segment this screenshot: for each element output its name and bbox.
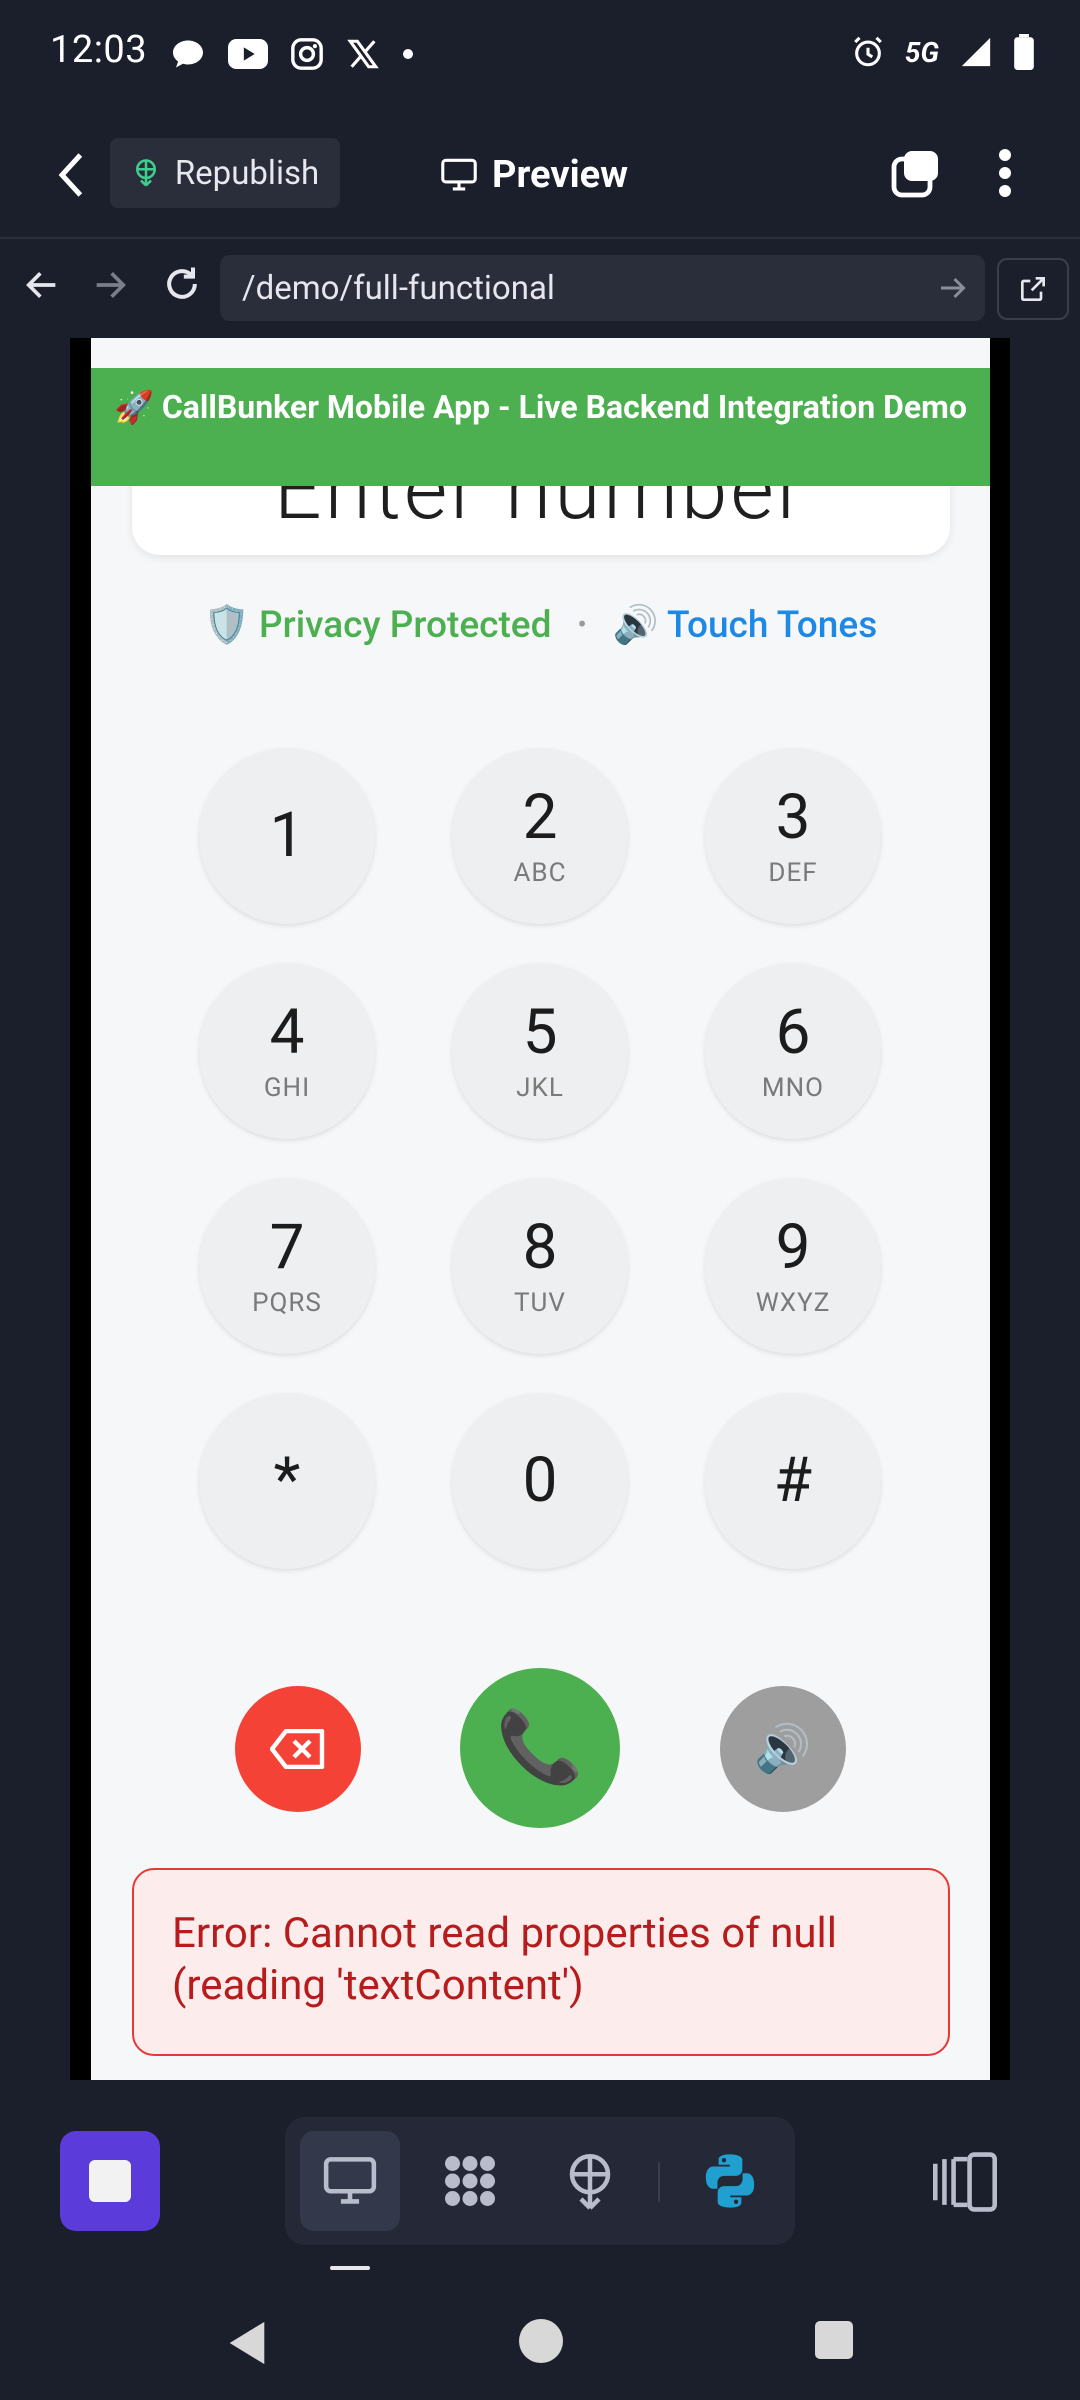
tools-grid-icon	[445, 2156, 495, 2206]
screen: 12:03 5G Republish Preview /demo/full-fu…	[0, 0, 1080, 2400]
divider	[0, 237, 1080, 239]
back-triangle-icon[interactable]	[225, 2318, 269, 2368]
desktop-icon	[323, 2157, 377, 2204]
key-digit: 0	[522, 1444, 558, 1517]
key-digit: 4	[269, 996, 305, 1069]
x-icon	[347, 39, 379, 69]
key-letters: WXYZ	[755, 1288, 831, 1318]
python-icon	[705, 2154, 755, 2208]
key-digit: 5	[522, 996, 558, 1069]
url-text: /demo/full-functional	[242, 268, 555, 308]
toolbar-divider	[658, 2162, 660, 2202]
external-link-icon	[1021, 277, 1045, 301]
python-tool-button[interactable]	[680, 2131, 780, 2231]
status-bar: 12:03 5G	[0, 0, 1080, 110]
tabs-icon[interactable]	[890, 147, 942, 199]
key-digit: 9	[775, 1211, 811, 1284]
browser-forward-icon[interactable]	[90, 265, 130, 305]
youtube-icon	[228, 39, 268, 69]
key-9[interactable]: 9 WXYZ	[705, 1178, 881, 1354]
battery-icon	[1014, 34, 1034, 70]
stop-button[interactable]	[60, 2131, 160, 2231]
instagram-icon	[291, 38, 323, 70]
key-4[interactable]: 4 GHI	[199, 963, 375, 1139]
signal-icon	[961, 37, 991, 67]
go-arrow-icon[interactable]	[935, 270, 971, 306]
key-8[interactable]: 8 TUV	[452, 1178, 628, 1354]
key-digit: 6	[775, 996, 811, 1069]
deploy-icon	[135, 159, 156, 187]
key-digit: 8	[522, 1211, 558, 1284]
feature-row: 🛡️ Privacy Protected • 🔊 Touch Tones	[91, 595, 990, 655]
key-3[interactable]: 3 DEF	[705, 748, 881, 924]
key-letters: MNO	[761, 1073, 825, 1103]
key-letters: GHI	[263, 1073, 311, 1103]
preview-tab[interactable]: Preview	[440, 145, 628, 205]
browser-back-icon[interactable]	[22, 265, 62, 305]
demo-banner: 🚀 CallBunker Mobile App - Live Backend I…	[91, 368, 990, 486]
key-digit: #	[773, 1444, 813, 1517]
key-letters: ABC	[513, 858, 567, 888]
call-button[interactable]: 📞	[460, 1668, 620, 1828]
deploy-icon	[569, 2154, 611, 2210]
speaker-icon: 🔊	[754, 1722, 812, 1776]
key-2[interactable]: 2 ABC	[452, 748, 628, 924]
key-letters: PQRS	[252, 1288, 322, 1318]
key-digit: 2	[522, 781, 558, 854]
key-7[interactable]: 7 PQRS	[199, 1178, 375, 1354]
recents-square-icon[interactable]	[815, 2321, 853, 2359]
kebab-menu-icon[interactable]	[995, 147, 1015, 199]
status-time: 12:03	[50, 28, 148, 72]
monitor-icon	[441, 158, 477, 191]
key-6[interactable]: 6 MNO	[705, 963, 881, 1139]
backspace-icon	[270, 1729, 325, 1769]
key-0[interactable]: 0	[452, 1393, 628, 1569]
preview-label: Preview	[492, 153, 629, 197]
key-letters: TUV	[514, 1288, 566, 1318]
key-letters: JKL	[516, 1073, 564, 1103]
key-digit: 7	[269, 1211, 305, 1284]
chevron-left-icon[interactable]	[52, 150, 92, 200]
home-circle-icon[interactable]	[519, 2319, 563, 2363]
key-letters: DEF	[768, 858, 818, 888]
dock-panel-icon[interactable]	[930, 2150, 1000, 2214]
key-star[interactable]: *	[199, 1393, 375, 1569]
system-icons: 5G	[851, 34, 1035, 70]
backspace-button[interactable]	[235, 1686, 361, 1812]
key-digit: 3	[775, 781, 811, 854]
stop-square-icon	[89, 2160, 131, 2202]
open-external-button[interactable]	[997, 258, 1069, 320]
error-message: Error: Cannot read properties of null (r…	[132, 1868, 950, 2056]
url-bar[interactable]: /demo/full-functional	[220, 255, 985, 321]
deploy-tool-button[interactable]	[540, 2131, 640, 2231]
5g-icon: 5G	[904, 35, 939, 69]
separator-dot: •	[577, 610, 587, 640]
key-1[interactable]: 1	[199, 748, 375, 924]
key-digit: *	[273, 1444, 301, 1517]
reload-icon[interactable]	[160, 262, 204, 306]
key-5[interactable]: 5 JKL	[452, 963, 628, 1139]
privacy-protected-label: 🛡️ Privacy Protected	[203, 603, 552, 647]
key-digit: 1	[269, 799, 305, 872]
phone-icon: 📞	[496, 1707, 584, 1789]
chat-bubble-icon	[173, 40, 203, 68]
notification-icons	[170, 34, 414, 74]
tools-grid-button[interactable]	[420, 2131, 520, 2231]
desktop-tool-button[interactable]	[300, 2131, 400, 2231]
republish-label: Republish	[174, 153, 320, 193]
active-tab-indicator	[330, 2266, 370, 2270]
republish-button[interactable]: Republish	[110, 138, 340, 208]
speaker-button[interactable]: 🔊	[720, 1686, 846, 1812]
touch-tones-label[interactable]: 🔊 Touch Tones	[613, 604, 878, 647]
alarm-icon	[854, 36, 882, 67]
dot-icon	[403, 49, 413, 59]
key-hash[interactable]: #	[705, 1393, 881, 1569]
